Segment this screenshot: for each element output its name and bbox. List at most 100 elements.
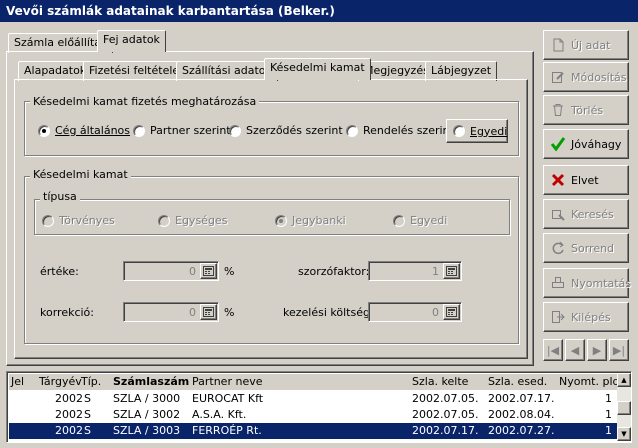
cell-issued: 2002.07.17. [412,424,479,437]
next-record-button[interactable]: ▶ [587,339,607,361]
cell-number: SZLA / 3000 [113,392,181,405]
next-icon: ▶ [592,343,602,357]
cell-partner: FERROÉP Rt. [192,424,262,437]
value-label: értéke: [40,265,79,278]
search-label: Keresés [571,207,614,221]
cell-number: SZLA / 3002 [113,408,181,421]
cell-due: 2002.07.17. [488,392,555,405]
tab-kesedelmi-kamat[interactable]: Késedelmi kamat [264,58,371,80]
value-field[interactable]: 0 [123,261,219,281]
first-icon: |◀ [546,343,560,357]
col-partner[interactable]: Partner neve [192,375,263,388]
scroll-up-icon[interactable]: ▲ [617,373,631,387]
scroll-down-icon[interactable]: ▼ [617,427,631,441]
calculator-icon[interactable] [443,304,460,320]
col-targyev[interactable]: Tárgyév [39,375,82,388]
sort-label: Sorrend [571,241,615,255]
col-tip[interactable]: Típ. [81,375,101,388]
type-legend: típusa [40,190,80,203]
grid-scrollbar[interactable]: ▲ ▼ [617,373,631,441]
radio-indicator [346,124,358,137]
egyedi-label: Egyedi [470,124,508,138]
correction-field[interactable]: 0 [123,302,219,322]
window-title: Vevői számlák adatainak karbantartása (B… [0,0,638,22]
cell-partner: EUROCAT Kft [192,392,264,405]
radio-label: Egyedi [410,214,448,227]
radio-label: Cég általános [55,124,131,137]
radio-indicator [275,214,287,227]
interest-legend: Késedelmi kamat [30,168,131,181]
exit-label: Kilépés [571,310,611,324]
scroll-thumb[interactable] [617,401,631,415]
radio-indicator [133,124,145,137]
radio-label: Partner szerint [150,124,231,137]
print-button[interactable]: Nyomtatás [543,268,631,298]
last-record-button[interactable]: ▶| [609,339,629,361]
delete-button[interactable]: Törlés [543,95,629,125]
exit-button[interactable]: Kilépés [543,302,629,332]
calculator-icon[interactable] [200,263,217,279]
col-kelte[interactable]: Szla. kelte [412,375,468,388]
sort-button[interactable]: Sorrend [543,233,629,263]
search-button[interactable]: Keresés [543,199,629,229]
red-x-icon [550,172,566,188]
prev-icon: ◀ [570,343,580,357]
radio-label: Szerződés szerint [246,124,343,137]
approve-button[interactable]: Jóváhagy [543,129,629,159]
edit-icon [550,69,566,85]
table-row-selected[interactable]: 2002 S SZLA / 3003 FERROÉP Rt. 2002.07.1… [9,423,619,439]
discard-button[interactable]: Elvet [543,165,629,195]
radio-egyedi-type[interactable]: Egyedi [393,214,447,227]
col-jel[interactable]: Jel [11,375,24,388]
modify-button[interactable]: Módosítás [543,62,629,92]
table-row[interactable]: 2002 S SZLA / 3002 A.S.A. Kft. 2002.07.0… [9,407,619,423]
col-esed[interactable]: Szla. esed. [488,375,547,388]
cell-year: 2002 [55,424,83,437]
cell-issued: 2002.07.05. [412,408,479,421]
multiplier-label: szorzófaktor: [298,265,370,278]
last-icon: ▶| [612,343,626,357]
prev-record-button[interactable]: ◀ [565,339,585,361]
approve-label: Jóváhagy [571,137,622,151]
handling-text: 0 [432,305,439,319]
handling-field[interactable]: 0 [368,302,462,322]
invoice-grid[interactable]: Jel Tárgyév Típ. Számlaszám Partner neve… [6,371,632,443]
radio-rendeles-szerint[interactable]: Rendelés szerint [346,124,454,137]
first-record-button[interactable]: |◀ [543,339,563,361]
radio-ceg-altalanos[interactable]: Cég általános [38,124,130,137]
cell-partner: A.S.A. Kft. [192,408,247,421]
exit-icon [550,309,566,325]
egyedi-button[interactable]: Egyedi [446,119,508,143]
radio-szerzodes-szerint[interactable]: Szerződés szerint [229,124,343,137]
calculator-icon[interactable] [443,263,460,279]
multiplier-field[interactable]: 1 [368,261,462,281]
radio-jegybanki[interactable]: Jegybanki [275,214,346,227]
radio-partner-szerint[interactable]: Partner szerint [133,124,231,137]
calculator-icon[interactable] [200,304,217,320]
radio-indicator [42,214,54,227]
radio-label: Jegybanki [292,214,346,227]
radio-torvenyes[interactable]: Törvényes [42,214,115,227]
col-szamlaszam[interactable]: Számlaszám [113,375,189,388]
new-record-button[interactable]: Új adat [543,30,629,60]
cell-year: 2002 [55,408,83,421]
value-unit: % [224,265,235,278]
col-pld[interactable]: Nyomt. pld. [559,375,623,388]
tab-fej-adatok[interactable]: Fej adatok [97,30,166,52]
radio-indicator [453,125,465,137]
cell-copies: 1 [605,408,612,421]
sort-icon [550,240,566,256]
multiplier-text: 1 [432,264,439,278]
radio-indicator [393,214,405,227]
cell-type: S [84,392,91,405]
radio-egyseges[interactable]: Egységes [158,214,227,227]
correction-unit: % [224,306,235,319]
new-record-label: Új adat [571,38,611,52]
cell-year: 2002 [55,392,83,405]
search-icon [550,206,566,222]
correction-label: korrekció: [40,306,94,319]
radio-label: Rendelés szerint [363,124,454,137]
table-row[interactable]: 2002 S SZLA / 3000 EUROCAT Kft 2002.07.0… [9,391,619,407]
cell-type: S [84,408,91,421]
radio-label: Egységes [175,214,228,227]
